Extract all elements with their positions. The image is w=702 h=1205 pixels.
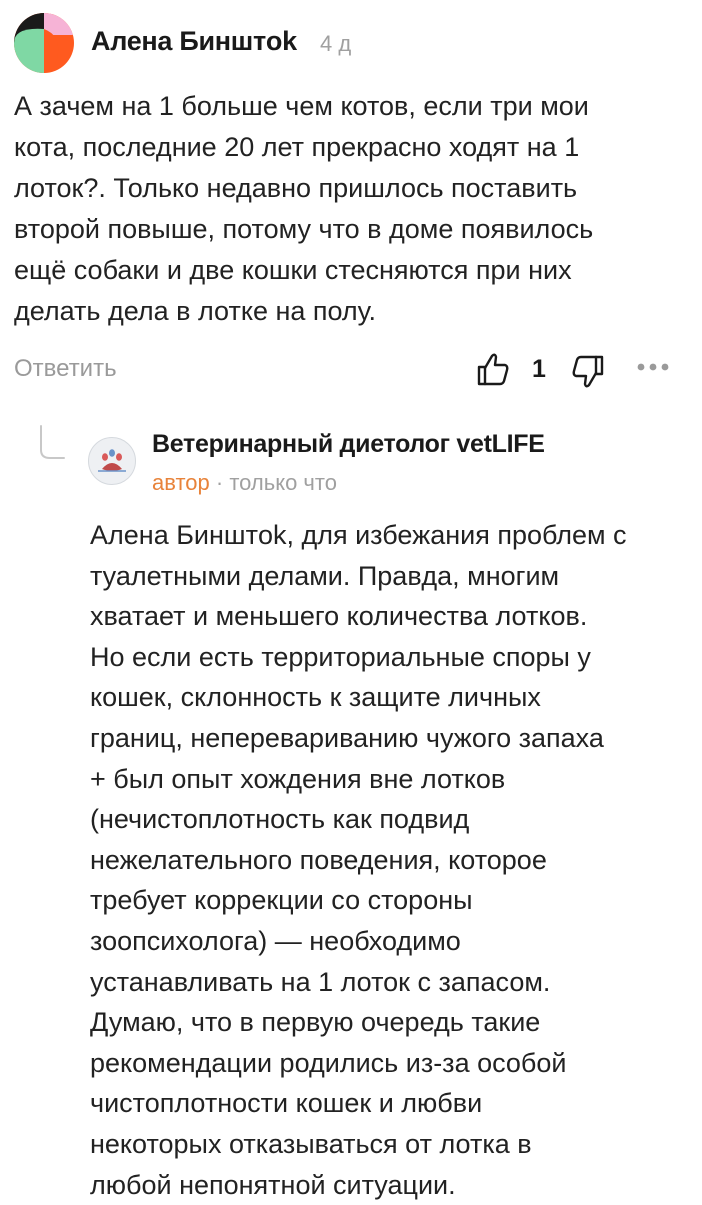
comment-line: кота, последние 20 лет прекрасно ходят н… — [14, 127, 694, 168]
reply-line: Алена Бинштok, для избежания проблем с — [90, 515, 694, 556]
reply-line: + был опыт хождения вне лотков — [90, 759, 694, 800]
reply-line: (нечистоплотность как подвид — [90, 799, 694, 840]
reply-line: зоопсихолога) — необходимо — [90, 921, 694, 962]
comment-line: делать дела в лотке на полу. — [14, 291, 694, 332]
meta-separator: · — [216, 470, 223, 495]
thread-connector — [38, 424, 68, 464]
reply-line: Но если есть территориальные споры у — [90, 637, 694, 678]
reply-time: только что — [229, 470, 337, 495]
reply-line: Думаю, что в первую очередь такие — [90, 1002, 694, 1043]
more-dots-icon[interactable] — [636, 360, 670, 374]
reply-button[interactable]: Ответить — [14, 355, 117, 383]
thumbs-up-icon[interactable] — [476, 351, 510, 387]
thumbs-down-icon[interactable] — [571, 354, 605, 390]
reply-line: чистоплотности кошек и любви — [90, 1083, 694, 1124]
like-count: 1 — [532, 355, 546, 384]
reply-line: рекомендации родились из-за особой — [90, 1043, 694, 1084]
paw-logo-icon — [88, 437, 136, 485]
comment-time: 4 д — [320, 31, 351, 57]
author-badge: автор — [152, 470, 210, 495]
reply-line: требует коррекции со стороны — [90, 880, 694, 921]
comment-line: А зачем на 1 больше чем котов, если три … — [14, 86, 694, 127]
avatar-image — [14, 13, 74, 73]
reply-body: Алена Бинштok, для избежания проблем с т… — [90, 515, 694, 1205]
comment-line: второй повыше, потому что в доме появило… — [14, 209, 694, 250]
reply-line: нежелательного поведения, которое — [90, 840, 694, 881]
reply-meta: автор · только что — [152, 470, 337, 496]
comment-author[interactable]: Алена Бинштok — [91, 26, 297, 57]
reply-line: туалетными делами. Правда, многим — [90, 556, 694, 597]
reply-line: границ, неперевариванию чужого запаха — [90, 718, 694, 759]
comment-line: ещё собаки и две кошки стесняются при ни… — [14, 250, 694, 291]
reply-line: любой непонятной ситуации. — [90, 1165, 694, 1205]
comment-body: А зачем на 1 больше чем котов, если три … — [14, 86, 694, 332]
reply-line: кошек, склонность к защите личных — [90, 677, 694, 718]
comment-line: лоток?. Только недавно пришлось поставит… — [14, 168, 694, 209]
reply-line: устанавливать на 1 лоток с запасом. — [90, 962, 694, 1003]
reply-line: некоторых отказываться от лотка в — [90, 1124, 694, 1165]
avatar[interactable] — [14, 13, 74, 73]
avatar[interactable] — [88, 437, 136, 485]
reply-author[interactable]: Ветеринарный диетолог vetLIFE — [152, 430, 545, 459]
reply-line: хватает и меньшего количества лотков. — [90, 596, 694, 637]
